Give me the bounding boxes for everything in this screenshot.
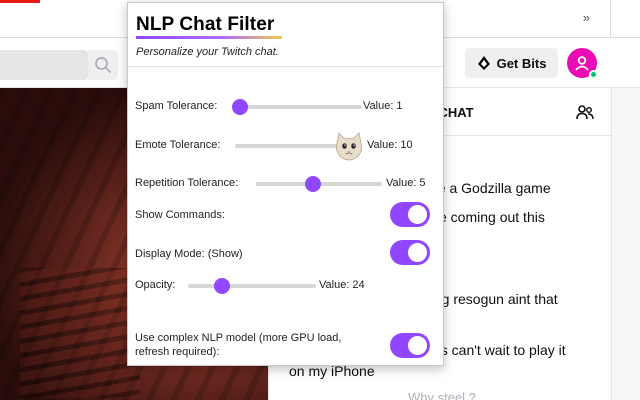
repetition-tolerance-value: Value: 5: [386, 177, 426, 189]
complex-model-label-line2: refresh required):: [135, 346, 220, 358]
spam-tolerance-label: Spam Tolerance:: [135, 100, 218, 112]
opacity-thumb[interactable]: [214, 278, 230, 294]
user-avatar[interactable]: [567, 48, 598, 79]
online-status-dot: [589, 70, 598, 79]
show-commands-toggle[interactable]: [390, 202, 430, 227]
popup-subtitle: Personalize your Twitch chat.: [136, 46, 279, 58]
user-icon: [575, 56, 589, 71]
divider: [128, 66, 443, 67]
opacity-value: Value: 24: [319, 279, 365, 291]
tab-indicator: [0, 0, 40, 3]
get-bits-label: Get Bits: [496, 55, 547, 71]
complex-model-label-line1: Use complex NLP model (more GPU load,: [135, 332, 342, 344]
display-mode-toggle[interactable]: [390, 240, 430, 265]
right-scroll-strip[interactable]: [611, 88, 640, 400]
spam-tolerance-value: Value: 1: [363, 100, 403, 112]
search-input[interactable]: [0, 50, 88, 80]
title-underline: [136, 36, 282, 39]
nlp-chat-filter-popup: NLP Chat Filter Personalize your Twitch …: [127, 2, 444, 366]
chat-message: ne a Godzilla game: [430, 180, 551, 196]
emote-tolerance-label: Emote Tolerance:: [135, 139, 221, 151]
toggle-knob: [408, 243, 427, 262]
bits-icon: [477, 56, 490, 70]
complex-model-toggle[interactable]: [390, 333, 430, 358]
popup-title: NLP Chat Filter: [136, 14, 275, 35]
chat-message: es can't wait to play it: [433, 342, 566, 358]
spam-tolerance-thumb[interactable]: [232, 99, 248, 115]
search-button[interactable]: [88, 50, 118, 80]
toggle-knob: [408, 205, 427, 224]
community-users-icon[interactable]: [576, 104, 594, 127]
repetition-tolerance-thumb[interactable]: [305, 176, 321, 192]
show-commands-label: Show Commands:: [135, 209, 225, 221]
chat-input-placeholder[interactable]: Why steel ?: [408, 390, 476, 400]
video-frame-art: [20, 268, 140, 398]
overflow-chevron-icon[interactable]: »: [583, 10, 590, 25]
emote-tolerance-value: Value: 10: [367, 139, 413, 151]
get-bits-button[interactable]: Get Bits: [465, 48, 558, 78]
display-mode-label: Display Mode: (Show): [135, 248, 243, 260]
divider: [610, 0, 611, 38]
opacity-slider[interactable]: [188, 284, 316, 288]
opacity-label: Opacity:: [135, 279, 176, 291]
cat-emote-icon[interactable]: [333, 131, 365, 161]
search-icon: [95, 57, 111, 73]
spam-tolerance-slider[interactable]: [236, 105, 362, 109]
chat-message: ite coming out this: [432, 209, 545, 225]
repetition-tolerance-label: Repetition Tolerance:: [135, 177, 239, 189]
toggle-knob: [408, 336, 427, 355]
